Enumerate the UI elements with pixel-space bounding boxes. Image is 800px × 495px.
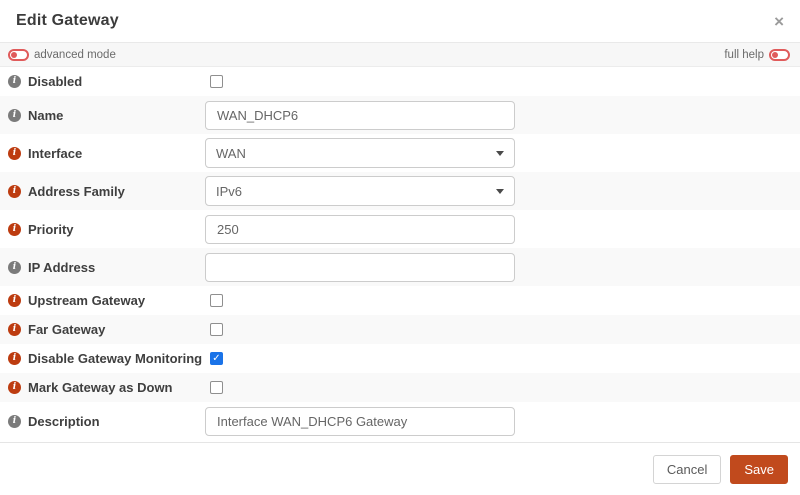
info-icon: i xyxy=(8,414,21,428)
check-icon: ✓ xyxy=(212,352,221,364)
mark-gateway-as-down-checkbox[interactable]: ✓ xyxy=(210,381,223,394)
page-title: Edit Gateway xyxy=(16,12,119,29)
ip-address-input[interactable] xyxy=(205,252,515,282)
form-row-address-family: i Address Family IPv6 xyxy=(0,172,800,210)
form-row-upstream-gateway: i Upstream Gateway ✓ xyxy=(0,286,800,315)
disabled-label: Disabled xyxy=(28,74,83,89)
info-icon: i xyxy=(8,323,21,336)
info-icon: i xyxy=(8,352,21,365)
far-gateway-label: Far Gateway xyxy=(28,322,106,337)
chevron-down-icon xyxy=(496,188,504,194)
info-icon: i xyxy=(8,381,21,394)
far-gateway-checkbox[interactable]: ✓ xyxy=(210,323,223,336)
form-row-disable-gateway-monitoring: i Disable Gateway Monitoring ✓ xyxy=(0,344,800,373)
form-row-disabled: i Disabled ✓ xyxy=(0,67,800,96)
toggle-off-icon xyxy=(8,48,29,61)
cancel-button[interactable]: Cancel xyxy=(652,454,722,484)
priority-input[interactable] xyxy=(205,214,515,244)
form-row-ip-address: i IP Address xyxy=(0,248,800,286)
advanced-mode-label: advanced mode xyxy=(34,48,116,61)
mark-gateway-as-down-label: Mark Gateway as Down xyxy=(28,380,173,395)
description-input[interactable] xyxy=(205,406,515,436)
disable-gateway-monitoring-label: Disable Gateway Monitoring xyxy=(28,351,203,366)
address-family-label: Address Family xyxy=(28,183,125,199)
info-icon: i xyxy=(8,260,21,274)
disabled-checkbox[interactable]: ✓ xyxy=(210,75,223,88)
interface-label: Interface xyxy=(28,145,83,161)
form-row-priority: i Priority xyxy=(0,210,800,248)
upstream-gateway-label: Upstream Gateway xyxy=(28,293,146,308)
description-label: Description xyxy=(28,413,100,429)
interface-select-value: WAN xyxy=(216,145,246,161)
interface-select[interactable]: WAN xyxy=(205,138,515,168)
info-icon: i xyxy=(8,222,21,236)
advanced-mode-toggle[interactable]: advanced mode xyxy=(8,48,116,61)
full-help-toggle[interactable]: full help xyxy=(724,48,790,61)
full-help-label: full help xyxy=(724,48,764,61)
chevron-down-icon xyxy=(496,150,504,156)
address-family-select[interactable]: IPv6 xyxy=(205,176,515,206)
ip-address-label: IP Address xyxy=(28,259,96,275)
gateway-form: i Disabled ✓ i Name i Interface xyxy=(0,67,800,442)
form-row-mark-gateway-as-down: i Mark Gateway as Down ✓ xyxy=(0,373,800,402)
form-row-description: i Description xyxy=(0,402,800,440)
help-bar: advanced mode full help xyxy=(0,43,800,67)
dialog-footer: Cancel Save xyxy=(0,442,800,495)
form-row-far-gateway: i Far Gateway ✓ xyxy=(0,315,800,344)
info-icon: i xyxy=(8,146,21,160)
info-icon: i xyxy=(8,108,21,122)
info-icon: i xyxy=(8,184,21,198)
save-button[interactable]: Save xyxy=(730,454,788,484)
edit-gateway-dialog: Edit Gateway × advanced mode full help i… xyxy=(0,0,800,495)
upstream-gateway-checkbox[interactable]: ✓ xyxy=(210,294,223,307)
form-row-name: i Name xyxy=(0,96,800,134)
info-icon: i xyxy=(8,75,21,88)
address-family-select-value: IPv6 xyxy=(216,183,243,199)
dialog-header: Edit Gateway × xyxy=(0,0,800,43)
form-row-interface: i Interface WAN xyxy=(0,134,800,172)
close-icon[interactable]: × xyxy=(774,13,784,30)
toggle-off-icon xyxy=(769,48,790,61)
priority-label: Priority xyxy=(28,221,74,237)
name-input[interactable] xyxy=(205,100,515,130)
disable-gateway-monitoring-checkbox[interactable]: ✓ xyxy=(210,352,223,365)
info-icon: i xyxy=(8,294,21,307)
name-label: Name xyxy=(28,107,64,123)
